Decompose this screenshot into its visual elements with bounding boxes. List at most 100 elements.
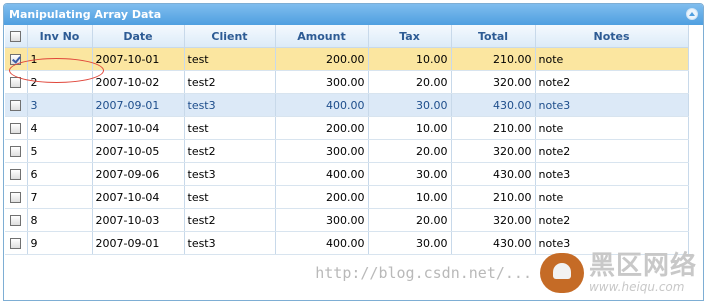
notes-cell[interactable]: note2 bbox=[535, 208, 689, 232]
inv-no-cell[interactable]: 5 bbox=[27, 139, 93, 163]
table-row[interactable]: 4 2007-10-04 test 200.00 10.00 210.00 note bbox=[5, 116, 689, 140]
date-cell[interactable]: 2007-09-01 bbox=[92, 231, 185, 255]
notes-cell[interactable]: note bbox=[535, 185, 689, 209]
row-checkbox-cell[interactable] bbox=[5, 231, 28, 255]
notes-cell[interactable]: note2 bbox=[535, 139, 689, 163]
table-row[interactable]: 7 2007-10-04 test 200.00 10.00 210.00 note bbox=[5, 185, 689, 209]
tax-cell[interactable]: 20.00 bbox=[368, 208, 452, 232]
column-header-inv-no[interactable]: Inv No bbox=[27, 25, 93, 48]
row-checkbox-cell[interactable] bbox=[5, 70, 28, 94]
amount-cell[interactable]: 300.00 bbox=[275, 70, 369, 94]
select-all-checkbox[interactable] bbox=[10, 31, 22, 42]
total-cell[interactable]: 430.00 bbox=[451, 162, 536, 186]
inv-no-cell[interactable]: 2 bbox=[27, 70, 93, 94]
notes-cell[interactable]: note2 bbox=[535, 70, 689, 94]
row-checkbox[interactable] bbox=[10, 169, 22, 180]
table-row[interactable]: 5 2007-10-05 test2 300.00 20.00 320.00 note2 bbox=[5, 139, 689, 163]
watermark-brand: 黑区网络 bbox=[588, 251, 697, 281]
column-header-tax[interactable]: Tax bbox=[368, 25, 452, 48]
row-checkbox[interactable] bbox=[10, 146, 22, 157]
inv-no-cell[interactable]: 6 bbox=[27, 162, 93, 186]
row-checkbox-cell[interactable] bbox=[5, 116, 28, 140]
client-cell[interactable]: test3 bbox=[184, 162, 276, 186]
inv-no-cell[interactable]: 1 bbox=[27, 47, 93, 71]
inv-no-cell[interactable]: 8 bbox=[27, 208, 93, 232]
column-header-notes[interactable]: Notes bbox=[535, 25, 689, 48]
column-header-client[interactable]: Client bbox=[184, 25, 276, 48]
date-cell[interactable]: 2007-10-03 bbox=[92, 208, 185, 232]
table-row[interactable]: 3 2007-09-01 test3 400.00 30.00 430.00 note3 bbox=[5, 93, 689, 117]
row-checkbox[interactable] bbox=[10, 192, 22, 203]
select-all-header[interactable] bbox=[5, 25, 28, 48]
amount-cell[interactable]: 400.00 bbox=[275, 93, 369, 117]
client-cell[interactable]: test bbox=[184, 116, 276, 140]
tax-cell[interactable]: 10.00 bbox=[368, 116, 452, 140]
tax-cell[interactable]: 10.00 bbox=[368, 185, 452, 209]
client-cell[interactable]: test3 bbox=[184, 231, 276, 255]
collapse-icon[interactable] bbox=[686, 8, 698, 20]
date-cell[interactable]: 2007-09-06 bbox=[92, 162, 185, 186]
amount-cell[interactable]: 300.00 bbox=[275, 139, 369, 163]
row-checkbox-cell[interactable] bbox=[5, 93, 28, 117]
table-row[interactable]: 6 2007-09-06 test3 400.00 30.00 430.00 note3 bbox=[5, 162, 689, 186]
inv-no-cell[interactable]: 9 bbox=[27, 231, 93, 255]
amount-cell[interactable]: 300.00 bbox=[275, 208, 369, 232]
watermark-url: http://blog.csdn.net/... bbox=[315, 264, 532, 282]
total-cell[interactable]: 210.00 bbox=[451, 185, 536, 209]
row-checkbox-cell[interactable] bbox=[5, 208, 28, 232]
header-row: Inv No Date Client Amount Tax Total Note… bbox=[5, 25, 689, 48]
table-row[interactable]: 8 2007-10-03 test2 300.00 20.00 320.00 note2 bbox=[5, 208, 689, 232]
amount-cell[interactable]: 200.00 bbox=[275, 185, 369, 209]
row-checkbox[interactable] bbox=[10, 77, 22, 88]
client-cell[interactable]: test2 bbox=[184, 70, 276, 94]
date-cell[interactable]: 2007-09-01 bbox=[92, 93, 185, 117]
date-cell[interactable]: 2007-10-04 bbox=[92, 116, 185, 140]
inv-no-cell[interactable]: 3 bbox=[27, 93, 93, 117]
total-cell[interactable]: 320.00 bbox=[451, 208, 536, 232]
row-checkbox[interactable] bbox=[10, 54, 22, 65]
client-cell[interactable]: test bbox=[184, 47, 276, 71]
client-cell[interactable]: test2 bbox=[184, 208, 276, 232]
table-row[interactable]: 1 2007-10-01 test 200.00 10.00 210.00 note bbox=[5, 47, 689, 71]
tax-cell[interactable]: 10.00 bbox=[368, 47, 452, 71]
row-checkbox-cell[interactable] bbox=[5, 47, 28, 71]
inv-no-cell[interactable]: 4 bbox=[27, 116, 93, 140]
watermark-site: www.heiqu.com bbox=[588, 280, 685, 294]
column-header-date[interactable]: Date bbox=[92, 25, 185, 48]
total-cell[interactable]: 430.00 bbox=[451, 93, 536, 117]
row-checkbox-cell[interactable] bbox=[5, 139, 28, 163]
column-header-total[interactable]: Total bbox=[451, 25, 536, 48]
tax-cell[interactable]: 30.00 bbox=[368, 93, 452, 117]
tax-cell[interactable]: 30.00 bbox=[368, 162, 452, 186]
tax-cell[interactable]: 20.00 bbox=[368, 70, 452, 94]
row-checkbox[interactable] bbox=[10, 215, 22, 226]
row-checkbox[interactable] bbox=[10, 100, 22, 111]
column-header-amount[interactable]: Amount bbox=[275, 25, 369, 48]
date-cell[interactable]: 2007-10-05 bbox=[92, 139, 185, 163]
row-checkbox-cell[interactable] bbox=[5, 185, 28, 209]
client-cell[interactable]: test2 bbox=[184, 139, 276, 163]
date-cell[interactable]: 2007-10-02 bbox=[92, 70, 185, 94]
amount-cell[interactable]: 200.00 bbox=[275, 116, 369, 140]
notes-cell[interactable]: note bbox=[535, 116, 689, 140]
inv-no-cell[interactable]: 7 bbox=[27, 185, 93, 209]
amount-cell[interactable]: 200.00 bbox=[275, 47, 369, 71]
table-row[interactable]: 2 2007-10-02 test2 300.00 20.00 320.00 note2 bbox=[5, 70, 689, 94]
total-cell[interactable]: 320.00 bbox=[451, 139, 536, 163]
notes-cell[interactable]: note bbox=[535, 47, 689, 71]
total-cell[interactable]: 320.00 bbox=[451, 70, 536, 94]
total-cell[interactable]: 210.00 bbox=[451, 47, 536, 71]
row-checkbox-cell[interactable] bbox=[5, 162, 28, 186]
notes-cell[interactable]: note3 bbox=[535, 162, 689, 186]
amount-cell[interactable]: 400.00 bbox=[275, 162, 369, 186]
date-cell[interactable]: 2007-10-04 bbox=[92, 185, 185, 209]
tax-cell[interactable]: 20.00 bbox=[368, 139, 452, 163]
total-cell[interactable]: 210.00 bbox=[451, 116, 536, 140]
row-checkbox[interactable] bbox=[10, 123, 22, 134]
client-cell[interactable]: test bbox=[184, 185, 276, 209]
client-cell[interactable]: test3 bbox=[184, 93, 276, 117]
row-checkbox[interactable] bbox=[10, 238, 22, 249]
date-cell[interactable]: 2007-10-01 bbox=[92, 47, 185, 71]
watermark: http://blog.csdn.net/... 黑区网络 www.heiqu.… bbox=[315, 252, 697, 294]
notes-cell[interactable]: note3 bbox=[535, 93, 689, 117]
